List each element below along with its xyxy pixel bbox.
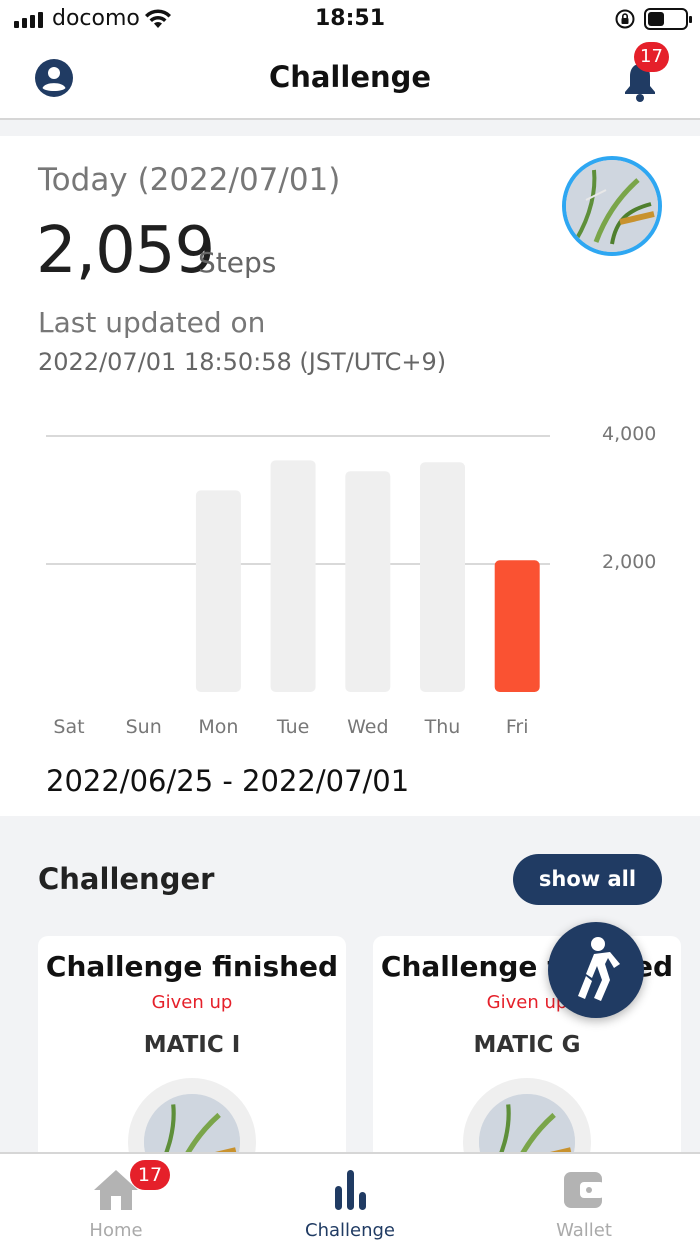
last-updated-label: Last updated on bbox=[38, 306, 266, 339]
steps-count: 2,059 bbox=[36, 214, 215, 288]
y-tick-label: 2,000 bbox=[602, 551, 657, 573]
nav-label-challenge: Challenge bbox=[305, 1220, 395, 1241]
section-title-challenger: Challenger bbox=[38, 862, 215, 896]
steps-unit: Steps bbox=[198, 246, 277, 279]
chart-bar-thu bbox=[420, 462, 465, 692]
status-bar: docomo 18:51 bbox=[0, 0, 700, 40]
bottom-nav: Home Challenge Wallet bbox=[0, 1152, 700, 1244]
page-title: Challenge bbox=[268, 60, 432, 94]
chart-svg bbox=[46, 435, 550, 692]
chart-bar-mon bbox=[195, 490, 241, 692]
nav-item-wallet[interactable]: Wallet bbox=[504, 1154, 664, 1244]
x-tick-label: Sat bbox=[53, 716, 85, 738]
weekly-steps-chart: 4,000 2,000 Sat Sun Mon Tue Wed Thu Fri bbox=[0, 406, 700, 746]
x-tick-label: Fri bbox=[505, 716, 529, 738]
rotation-lock-icon bbox=[615, 9, 635, 29]
notification-badge: 17 bbox=[634, 42, 669, 72]
x-tick-label: Sun bbox=[125, 716, 162, 738]
chart-bar-wed bbox=[345, 471, 391, 692]
x-tick-label: Tue bbox=[276, 716, 310, 738]
walking-person-icon bbox=[578, 937, 620, 1001]
app-header: Challenge bbox=[0, 40, 700, 120]
card-status: Given up bbox=[151, 992, 233, 1013]
home-badge: 17 bbox=[130, 1160, 170, 1190]
avatar-image bbox=[566, 160, 658, 252]
avatar[interactable] bbox=[562, 156, 662, 256]
nav-item-challenge[interactable]: Challenge bbox=[270, 1154, 430, 1244]
battery-icon bbox=[644, 8, 692, 30]
date-range: 2022/06/25 - 2022/07/01 bbox=[46, 764, 410, 798]
today-panel: Today (2022/07/01) 2,059 Steps Last upda… bbox=[0, 136, 700, 816]
chart-bar-fri bbox=[494, 560, 540, 692]
y-tick-label: 4,000 bbox=[602, 423, 657, 445]
x-tick-label: Thu bbox=[424, 716, 461, 738]
walk-fab-button[interactable] bbox=[548, 922, 644, 1018]
nav-label-home: Home bbox=[89, 1220, 143, 1241]
card-token: MATIC G bbox=[473, 1032, 581, 1058]
today-label: Today (2022/07/01) bbox=[38, 162, 341, 198]
chart-bar-tue bbox=[270, 460, 316, 692]
nav-label-wallet: Wallet bbox=[556, 1220, 612, 1241]
show-all-button[interactable]: show all bbox=[513, 854, 662, 905]
x-tick-label: Wed bbox=[347, 716, 389, 738]
nav-item-home[interactable]: Home bbox=[36, 1154, 196, 1244]
wallet-icon bbox=[564, 1172, 604, 1208]
card-title: Challenge finished bbox=[45, 950, 339, 983]
clock: 18:51 bbox=[314, 6, 386, 31]
x-tick-label: Mon bbox=[198, 716, 239, 738]
last-updated-time: 2022/07/01 18:50:58 (JST/UTC+9) bbox=[38, 348, 447, 376]
bar-chart-icon bbox=[335, 1170, 366, 1210]
card-token: MATIC I bbox=[143, 1032, 241, 1058]
